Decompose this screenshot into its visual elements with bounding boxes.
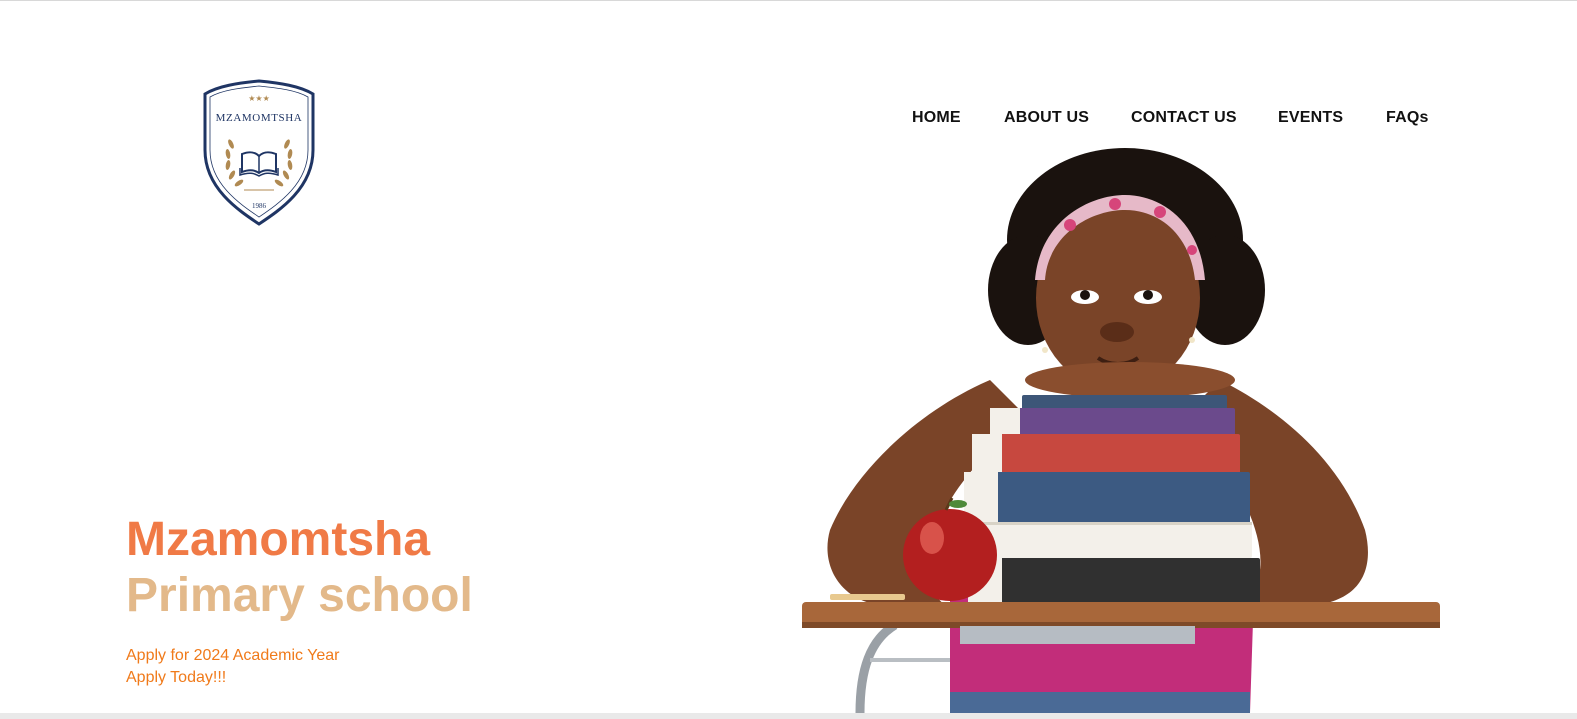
nav-about-us[interactable]: ABOUT US <box>1004 109 1089 127</box>
apply-today-text[interactable]: Apply Today!!! <box>126 669 226 687</box>
hero-title-school-name: Mzamomtsha <box>126 513 431 566</box>
top-divider <box>0 0 1577 1</box>
nav-contact-us[interactable]: CONTACT US <box>1131 109 1237 127</box>
nav-events[interactable]: EVENTS <box>1278 109 1343 127</box>
logo-school-name: MZAMOMTSHA <box>215 112 303 124</box>
logo-founding-year: 1986 <box>252 202 266 210</box>
apply-academic-year-text[interactable]: Apply for 2024 Academic Year <box>126 647 339 665</box>
nav-home[interactable]: HOME <box>912 109 961 127</box>
nav-faqs[interactable]: FAQs <box>1386 109 1429 127</box>
svg-text:★★★: ★★★ <box>248 94 270 103</box>
bottom-scroll-bar <box>0 713 1577 719</box>
school-logo[interactable]: ★★★ MZAMOMTSHA 1986 <box>200 78 318 228</box>
hero-image <box>800 140 1450 714</box>
hero-title-primary-school: Primary school <box>126 569 473 622</box>
